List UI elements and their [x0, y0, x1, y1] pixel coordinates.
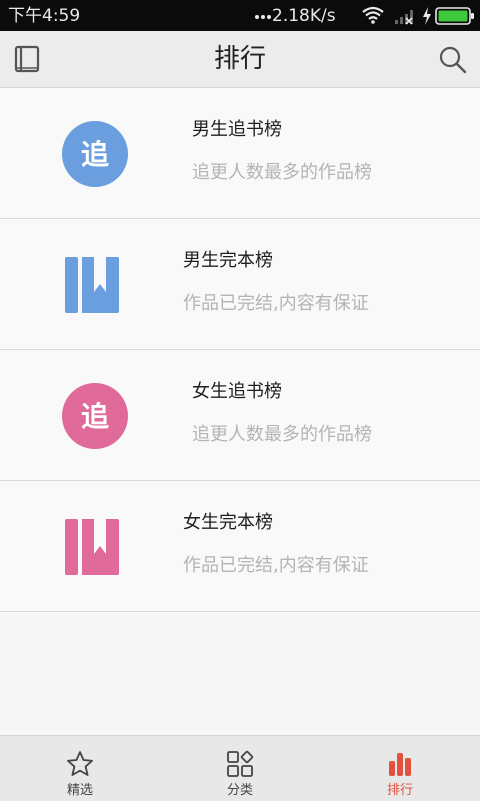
svg-text:追: 追 [81, 138, 110, 171]
wifi-icon [362, 6, 384, 24]
tab-label: 排行 [386, 783, 413, 798]
ranking-item-female-complete[interactable]: 女生完本榜 作品已完结,内容有保证 [0, 481, 480, 612]
battery-icon [435, 7, 474, 25]
ranking-item-female-chase[interactable]: 追 女生追书榜 追更人数最多的作品榜 [0, 350, 480, 481]
ranking-item-male-complete[interactable]: 男生完本榜 作品已完结,内容有保证 [0, 219, 480, 350]
star-icon [67, 751, 93, 776]
status-bar: 下午4:59 2.18K/s [0, 0, 480, 31]
ranking-item-description: 追更人数最多的作品榜 [192, 424, 372, 445]
tab-category[interactable]: 分类 [160, 736, 320, 801]
tab-ranking[interactable]: 排行 [320, 736, 480, 801]
ranking-item-male-chase[interactable]: 追 男生追书榜 追更人数最多的作品榜 [0, 88, 480, 219]
ranking-item-title: 男生完本榜 [183, 250, 273, 271]
status-time: 下午4:59 [8, 6, 81, 26]
book-bookmark-icon [65, 257, 119, 313]
network-speed: 2.18K/s [272, 6, 336, 26]
svg-text:追: 追 [81, 400, 110, 433]
ranking-item-description: 作品已完结,内容有保证 [183, 293, 369, 314]
tab-featured[interactable]: 精选 [0, 736, 160, 801]
ranking-bars-icon [389, 753, 411, 776]
tab-label: 精选 [66, 783, 93, 798]
bottom-tab-bar: 精选 分类 排行 [0, 735, 480, 801]
ranking-item-description: 追更人数最多的作品榜 [192, 162, 372, 183]
chase-badge-icon: 追 [62, 121, 128, 187]
chase-badge-icon: 追 [62, 383, 128, 449]
ranking-item-description: 作品已完结,内容有保证 [183, 555, 369, 576]
ranking-list: 追 男生追书榜 追更人数最多的作品榜 男生完本榜 作品已完结,内容有保证 追 女… [0, 88, 480, 612]
category-grid-icon [227, 750, 254, 777]
ranking-item-title: 男生追书榜 [192, 119, 282, 140]
signal-icon [395, 10, 413, 25]
dots-icon [255, 15, 271, 19]
tab-label: 分类 [226, 783, 253, 798]
page-title: 排行 [213, 44, 266, 74]
ranking-item-title: 女生完本榜 [183, 512, 273, 533]
book-bookmark-icon [65, 519, 119, 575]
charging-icon [423, 7, 431, 25]
top-app-bar: 排行 [0, 31, 480, 88]
ranking-item-title: 女生追书榜 [192, 381, 282, 402]
search-icon[interactable] [438, 45, 468, 75]
